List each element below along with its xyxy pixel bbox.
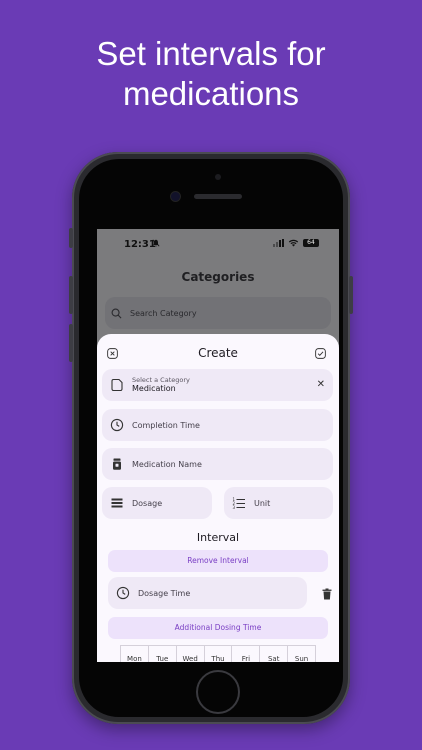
sheet-title: Create [198,346,238,360]
volume-up-button [69,276,73,314]
additional-dosing-time-button[interactable]: Additional Dosing Time [108,617,328,639]
completion-time-label: Completion Time [132,420,200,430]
category-search-input[interactable]: Search Category [130,309,197,318]
proximity-sensor [215,174,221,180]
earpiece-speaker [194,194,242,199]
weekday-selector: Mon Tue Wed Thu Fri Sat Sun [120,645,316,662]
home-button[interactable] [196,670,240,714]
pill-bottle-icon [113,458,121,470]
categories-title: Categories [181,270,255,284]
phone-frame: 12:31 64 Categories Search Category Crea… [69,152,353,724]
bell-muted-icon [152,239,160,249]
dosage-field[interactable]: Dosage [102,487,212,519]
headline: Set intervals for medications [0,34,422,114]
clock-icon [116,586,130,600]
phone-screen: 12:31 64 Categories Search Category Crea… [97,229,339,662]
dosage-stack-icon [111,498,123,508]
day-fri[interactable]: Fri [232,646,261,662]
clear-category-icon[interactable]: ✕ [317,379,325,390]
interval-title: Interval [196,531,240,544]
day-thu[interactable]: Thu [205,646,233,662]
unit-label: Unit [254,498,271,508]
power-button [349,276,353,314]
completion-time-field[interactable]: Completion Time [102,409,333,441]
day-tue[interactable]: Tue [149,646,177,662]
signal-icon [273,239,284,247]
category-field-value: Medication [132,384,176,393]
remove-interval-button[interactable]: Remove Interval [108,550,328,572]
front-camera [171,192,180,201]
unit-field[interactable]: 123 Unit [224,487,333,519]
day-sat[interactable]: Sat [260,646,289,662]
confirm-check-icon[interactable] [315,348,326,359]
medication-name-label: Medication Name [132,459,202,469]
day-sun[interactable]: Sun [288,646,315,662]
headline-line-1: Set intervals for [96,35,326,72]
dosage-time-label: Dosage Time [138,588,191,598]
sheet-header: Create [97,346,339,362]
day-wed[interactable]: Wed [177,646,205,662]
category-search-bar[interactable]: Search Category [105,297,331,329]
list-icon: 123 [233,497,245,510]
create-sheet: Create Select a Category Medication ✕ Co… [97,334,339,662]
search-icon [111,308,122,318]
trash-icon[interactable] [321,588,333,600]
category-icon [111,378,123,392]
category-field-label: Select a Category [132,376,190,384]
headline-line-2: medications [122,75,300,112]
close-icon[interactable] [107,348,118,359]
status-bar: 12:31 64 [97,229,339,259]
phone-bezel: 12:31 64 Categories Search Category Crea… [79,159,343,717]
dosage-time-field[interactable]: Dosage Time [108,577,307,609]
category-select-field[interactable]: Select a Category Medication ✕ [102,369,333,401]
clock-icon [110,418,124,432]
volume-down-button [69,324,73,362]
day-mon[interactable]: Mon [121,646,149,662]
wifi-icon [288,239,299,247]
medication-name-field[interactable]: Medication Name [102,448,333,480]
dosage-label: Dosage [132,498,163,508]
mute-switch [69,228,73,248]
battery-icon: 64 [303,239,319,247]
status-icons: 64 [273,239,319,247]
svg-text:3: 3 [233,505,236,510]
